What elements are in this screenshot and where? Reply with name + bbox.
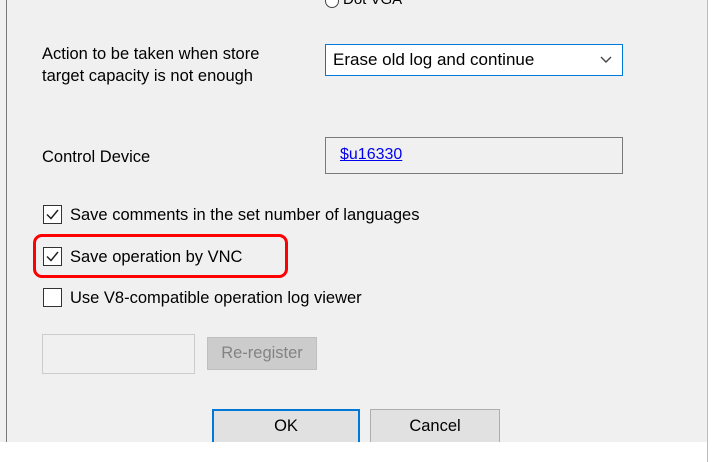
reregister-input bbox=[42, 334, 195, 374]
checkbox-box[interactable] bbox=[43, 205, 62, 224]
page-background-right bbox=[707, 0, 715, 462]
dialog-border bbox=[6, 0, 7, 462]
reregister-button: Re-register bbox=[207, 337, 317, 370]
store-action-label-line1: Action to be taken when store bbox=[42, 45, 260, 63]
ok-button[interactable]: OK bbox=[212, 409, 360, 444]
chevron-down-icon bbox=[600, 56, 612, 63]
checkbox-label: Use V8-compatible operation log viewer bbox=[70, 289, 362, 307]
control-device-field[interactable]: $u16330 bbox=[325, 137, 623, 174]
reregister-button-label: Re-register bbox=[221, 344, 303, 362]
store-action-selected: Erase old log and continue bbox=[333, 50, 535, 69]
checkmark-icon bbox=[46, 209, 59, 220]
dialog: Dot VGA Action to be taken when store ta… bbox=[0, 0, 715, 462]
cancel-button-label: Cancel bbox=[409, 417, 461, 435]
control-device-link[interactable]: $u16330 bbox=[340, 146, 402, 164]
highlight-box bbox=[33, 234, 288, 278]
store-action-label-line2: target capacity is not enough bbox=[42, 67, 253, 85]
control-device-label: Control Device bbox=[42, 148, 151, 166]
radio-button[interactable] bbox=[325, 0, 339, 8]
cancel-button[interactable]: Cancel bbox=[370, 409, 500, 444]
ok-button-label: OK bbox=[274, 417, 298, 435]
checkbox-label: Save comments in the set number of langu… bbox=[70, 206, 420, 224]
store-action-dropdown[interactable]: Erase old log and continue bbox=[325, 44, 623, 76]
checkbox-box[interactable] bbox=[43, 288, 62, 307]
page-background bbox=[0, 442, 707, 462]
radio-label: Dot VGA bbox=[343, 0, 402, 8]
